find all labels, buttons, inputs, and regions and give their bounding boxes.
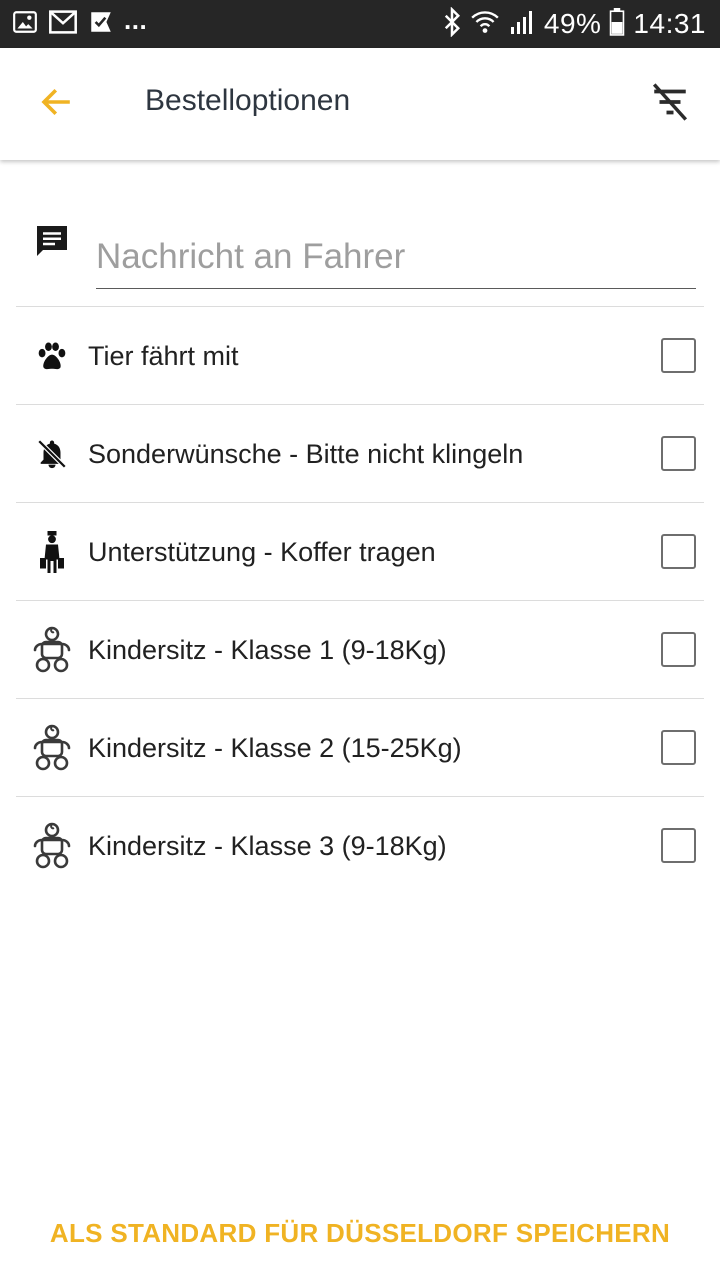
wifi-icon: [470, 8, 500, 41]
option-pet[interactable]: Tier fährt mit: [16, 307, 704, 405]
option-label: Unterstützung - Koffer tragen: [88, 537, 436, 567]
option-checkbox[interactable]: [661, 436, 696, 471]
check-app-icon: [88, 9, 114, 40]
option-label: Sonderwünsche - Bitte nicht klingeln: [88, 439, 524, 469]
battery-icon: [609, 7, 625, 41]
gallery-icon: [12, 9, 38, 40]
battery-percent: 49%: [543, 8, 602, 39]
option-child-seat-2[interactable]: Kindersitz - Klasse 2 (15-25Kg): [16, 699, 704, 797]
order-options-list: Tier fährt mit Sonderwünsche - Bitte nic…: [16, 307, 704, 895]
arrow-left-icon: [38, 84, 74, 125]
baby-icon: [32, 724, 72, 772]
paw-icon: [32, 332, 72, 380]
baby-icon: [32, 822, 72, 870]
status-overflow: ...: [124, 4, 148, 35]
save-default-button[interactable]: ALS STANDARD FÜR DÜSSELDORF SPEICHERN: [0, 1206, 720, 1260]
baby-icon: [32, 626, 72, 674]
option-label: Kindersitz - Klasse 1 (9-18Kg): [88, 635, 447, 665]
option-checkbox[interactable]: [661, 828, 696, 863]
save-default-label: ALS STANDARD FÜR DÜSSELDORF SPEICHERN: [49, 1217, 671, 1248]
back-button[interactable]: [22, 70, 90, 138]
option-child-seat-3[interactable]: Kindersitz - Klasse 3 (9-18Kg): [16, 797, 704, 895]
gmail-icon: [48, 9, 78, 40]
option-checkbox[interactable]: [661, 338, 696, 373]
option-no-ring[interactable]: Sonderwünsche - Bitte nicht klingeln: [16, 405, 704, 503]
app-bar: Bestelloptionen: [0, 48, 720, 160]
message-icon: [34, 223, 70, 259]
filter-off-icon: [649, 81, 691, 128]
option-carry-luggage[interactable]: Unterstützung - Koffer tragen: [16, 503, 704, 601]
option-label: Tier fährt mit: [88, 341, 239, 371]
driver-message-input[interactable]: [96, 231, 696, 289]
bluetooth-icon: [442, 5, 462, 42]
page-title: Bestelloptionen: [145, 84, 351, 117]
message-row: [16, 205, 704, 307]
option-label: Kindersitz - Klasse 2 (15-25Kg): [88, 733, 462, 763]
option-label: Kindersitz - Klasse 3 (9-18Kg): [88, 831, 447, 861]
status-bar: ... 49% 14:31: [0, 0, 720, 48]
option-checkbox[interactable]: [661, 534, 696, 569]
signal-icon: [508, 8, 536, 41]
porter-luggage-icon: [32, 528, 72, 576]
option-child-seat-1[interactable]: Kindersitz - Klasse 1 (9-18Kg): [16, 601, 704, 699]
filter-button[interactable]: [636, 70, 704, 138]
bell-off-icon: [32, 430, 72, 478]
option-checkbox[interactable]: [661, 632, 696, 667]
clock: 14:31: [633, 8, 706, 39]
option-checkbox[interactable]: [661, 730, 696, 765]
